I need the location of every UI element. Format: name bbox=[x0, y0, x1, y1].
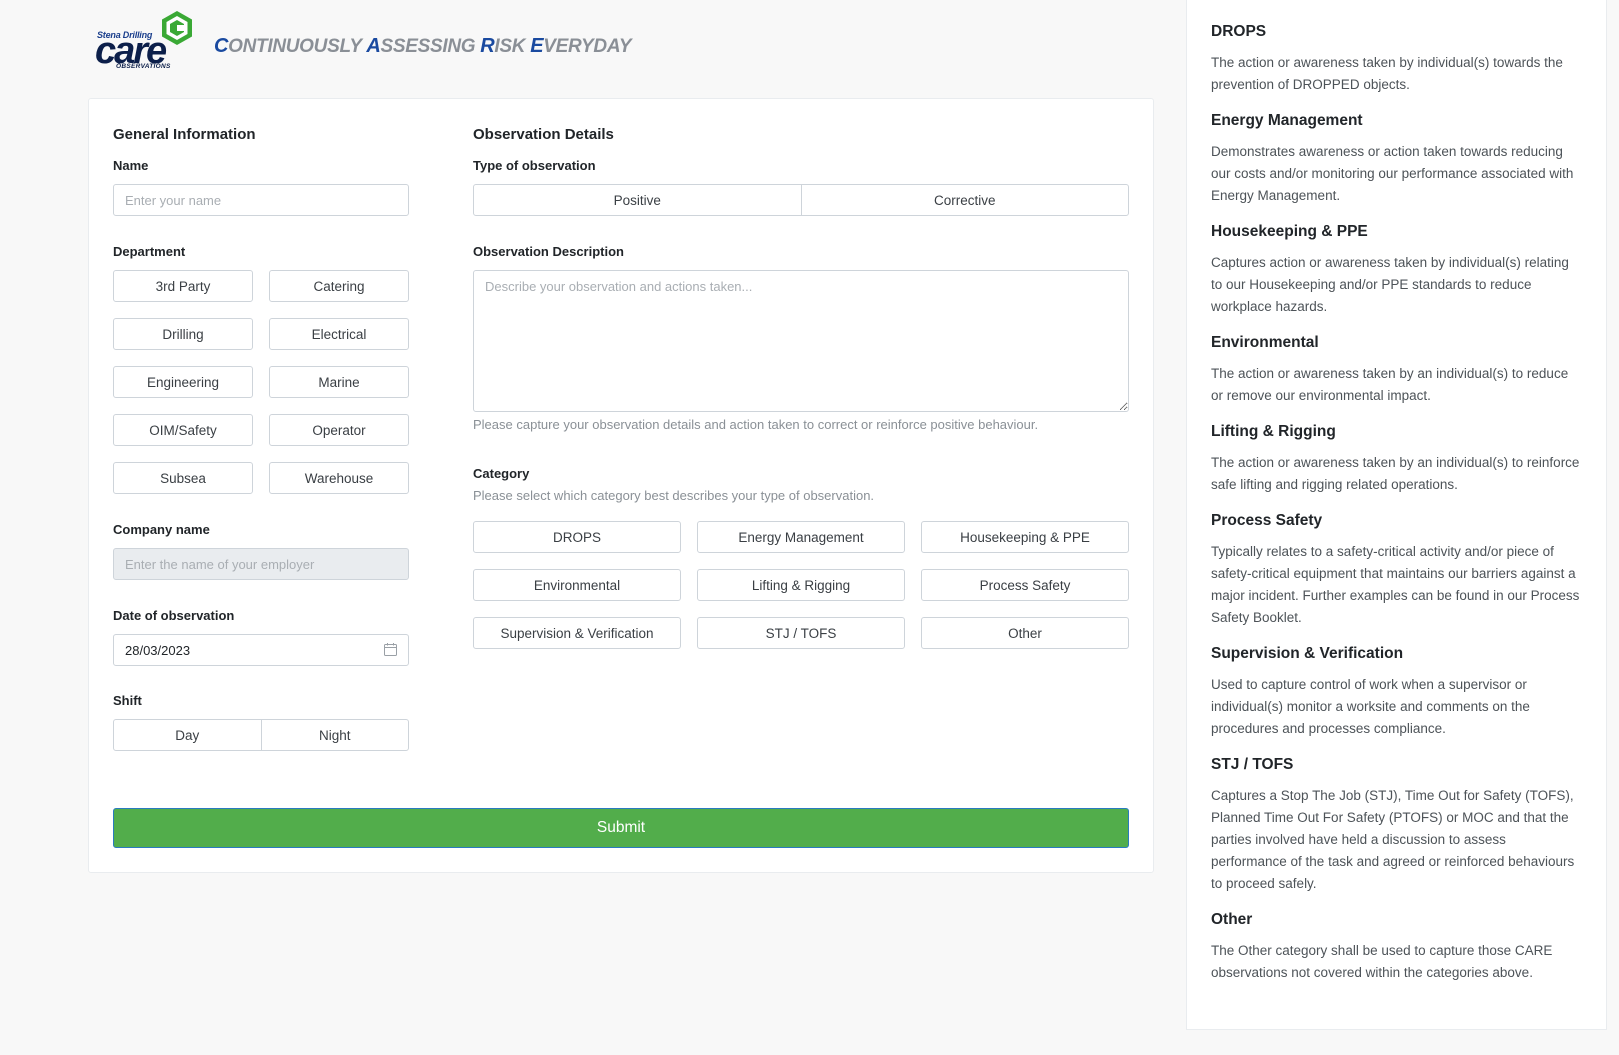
definition-text: Captures action or awareness taken by in… bbox=[1211, 255, 1569, 314]
definition-title: Process Safety bbox=[1211, 512, 1323, 529]
category-label: Category bbox=[473, 466, 530, 481]
type-of-observation-label: Type of observation bbox=[473, 158, 596, 173]
definition-other: Other The Other category shall be used t… bbox=[1211, 910, 1582, 984]
shift-day-button[interactable]: Day bbox=[114, 720, 261, 750]
type-positive-button[interactable]: Positive bbox=[474, 185, 801, 215]
definition-environmental: Environmental The action or awareness ta… bbox=[1211, 333, 1582, 407]
shift-night-button[interactable]: Night bbox=[260, 720, 409, 750]
tagline-initial: E bbox=[530, 34, 544, 57]
category-other-button[interactable]: Other bbox=[921, 617, 1129, 649]
department-label: Department bbox=[113, 244, 186, 259]
company-name-label: Company name bbox=[113, 522, 210, 537]
category-housekeeping-ppe-button[interactable]: Housekeeping & PPE bbox=[921, 521, 1129, 553]
general-information-title: General Information bbox=[113, 126, 256, 143]
category-energy-management-button[interactable]: Energy Management bbox=[697, 521, 905, 553]
tagline-word: VERYDAY bbox=[543, 35, 632, 57]
page-header: Stena Drilling care OBSERVATIONS CONTINU… bbox=[95, 10, 632, 74]
definition-title: Supervision & Verification bbox=[1211, 645, 1404, 662]
tagline-initial: R bbox=[480, 34, 495, 57]
definition-title: Lifting & Rigging bbox=[1211, 423, 1336, 440]
submit-button[interactable]: Submit bbox=[113, 808, 1129, 848]
observation-type-toggle: Positive Corrective bbox=[473, 184, 1129, 216]
name-input[interactable] bbox=[113, 184, 409, 216]
tagline-initial: A bbox=[366, 34, 381, 57]
definition-title: DROPS bbox=[1211, 23, 1267, 40]
definition-energy-management: Energy Management Demonstrates awareness… bbox=[1211, 111, 1582, 207]
department-operator-button[interactable]: Operator bbox=[269, 414, 409, 446]
tagline-initial: C bbox=[214, 34, 229, 57]
definition-title: Energy Management bbox=[1211, 112, 1363, 129]
definition-text: Used to capture control of work when a s… bbox=[1211, 677, 1530, 736]
tagline-word: ISK bbox=[494, 35, 531, 57]
shift-label: Shift bbox=[113, 693, 142, 708]
category-lifting-rigging-button[interactable]: Lifting & Rigging bbox=[697, 569, 905, 601]
definition-housekeeping-ppe: Housekeeping & PPE Captures action or aw… bbox=[1211, 222, 1582, 318]
definition-supervision-verification: Supervision & Verification Used to captu… bbox=[1211, 644, 1582, 740]
category-supervision-verification-button[interactable]: Supervision & Verification bbox=[473, 617, 681, 649]
department-warehouse-button[interactable]: Warehouse bbox=[269, 462, 409, 494]
type-corrective-button[interactable]: Corrective bbox=[800, 185, 1129, 215]
definition-title: Environmental bbox=[1211, 334, 1319, 351]
care-logo: Stena Drilling care OBSERVATIONS bbox=[95, 10, 200, 74]
category-help: Please select which category best descri… bbox=[473, 488, 875, 503]
department-drilling-button[interactable]: Drilling bbox=[113, 318, 253, 350]
department-catering-button[interactable]: Catering bbox=[269, 270, 409, 302]
observation-description-textarea[interactable] bbox=[473, 270, 1129, 412]
definition-stj-tofs: STJ / TOFS Captures a Stop The Job (STJ)… bbox=[1211, 755, 1582, 895]
definition-title: STJ / TOFS bbox=[1211, 756, 1294, 773]
calendar-icon[interactable] bbox=[384, 643, 397, 656]
tagline: CONTINUOUSLY ASSESSING RISK EVERYDAY bbox=[214, 34, 632, 58]
date-input[interactable] bbox=[113, 634, 409, 666]
department-electrical-button[interactable]: Electrical bbox=[269, 318, 409, 350]
observation-form-card: General Information Name Department 3rd … bbox=[88, 98, 1154, 873]
category-definitions-sidebar: DROPS The action or awareness taken by i… bbox=[1186, 0, 1607, 1030]
definition-text: The action or awareness taken by an indi… bbox=[1211, 455, 1580, 492]
definition-drops: DROPS The action or awareness taken by i… bbox=[1211, 22, 1582, 96]
department-marine-button[interactable]: Marine bbox=[269, 366, 409, 398]
observation-description-help: Please capture your observation details … bbox=[473, 417, 1039, 432]
definition-process-safety: Process Safety Typically relates to a sa… bbox=[1211, 511, 1582, 629]
logo-subtitle: OBSERVATIONS bbox=[116, 63, 171, 70]
definition-title: Other bbox=[1211, 911, 1253, 928]
department-3rd-party-button[interactable]: 3rd Party bbox=[113, 270, 253, 302]
definition-lifting-rigging: Lifting & Rigging The action or awarenes… bbox=[1211, 422, 1582, 496]
observation-description-label: Observation Description bbox=[473, 244, 624, 259]
tagline-word: SSESSING bbox=[380, 35, 481, 57]
date-picker[interactable] bbox=[113, 634, 409, 666]
definition-text: The Other category shall be used to capt… bbox=[1211, 943, 1553, 980]
name-label: Name bbox=[113, 158, 149, 173]
department-engineering-button[interactable]: Engineering bbox=[113, 366, 253, 398]
company-name-input[interactable] bbox=[113, 548, 409, 580]
category-drops-button[interactable]: DROPS bbox=[473, 521, 681, 553]
definition-text: Typically relates to a safety-critical a… bbox=[1211, 544, 1580, 625]
department-subsea-button[interactable]: Subsea bbox=[113, 462, 253, 494]
definition-text: The action or awareness taken by an indi… bbox=[1211, 366, 1569, 403]
department-oim-safety-button[interactable]: OIM/Safety bbox=[113, 414, 253, 446]
category-stj-tofs-button[interactable]: STJ / TOFS bbox=[697, 617, 905, 649]
definition-title: Housekeeping & PPE bbox=[1211, 223, 1368, 240]
tagline-word: ONTINUOUSLY bbox=[228, 35, 367, 57]
shift-toggle: Day Night bbox=[113, 719, 409, 751]
category-process-safety-button[interactable]: Process Safety bbox=[921, 569, 1129, 601]
definition-text: The action or awareness taken by individ… bbox=[1211, 55, 1563, 92]
observation-details-title: Observation Details bbox=[473, 126, 614, 143]
definition-text: Demonstrates awareness or action taken t… bbox=[1211, 144, 1574, 203]
definition-text: Captures a Stop The Job (STJ), Time Out … bbox=[1211, 788, 1575, 891]
date-of-observation-label: Date of observation bbox=[113, 608, 235, 623]
category-environmental-button[interactable]: Environmental bbox=[473, 569, 681, 601]
